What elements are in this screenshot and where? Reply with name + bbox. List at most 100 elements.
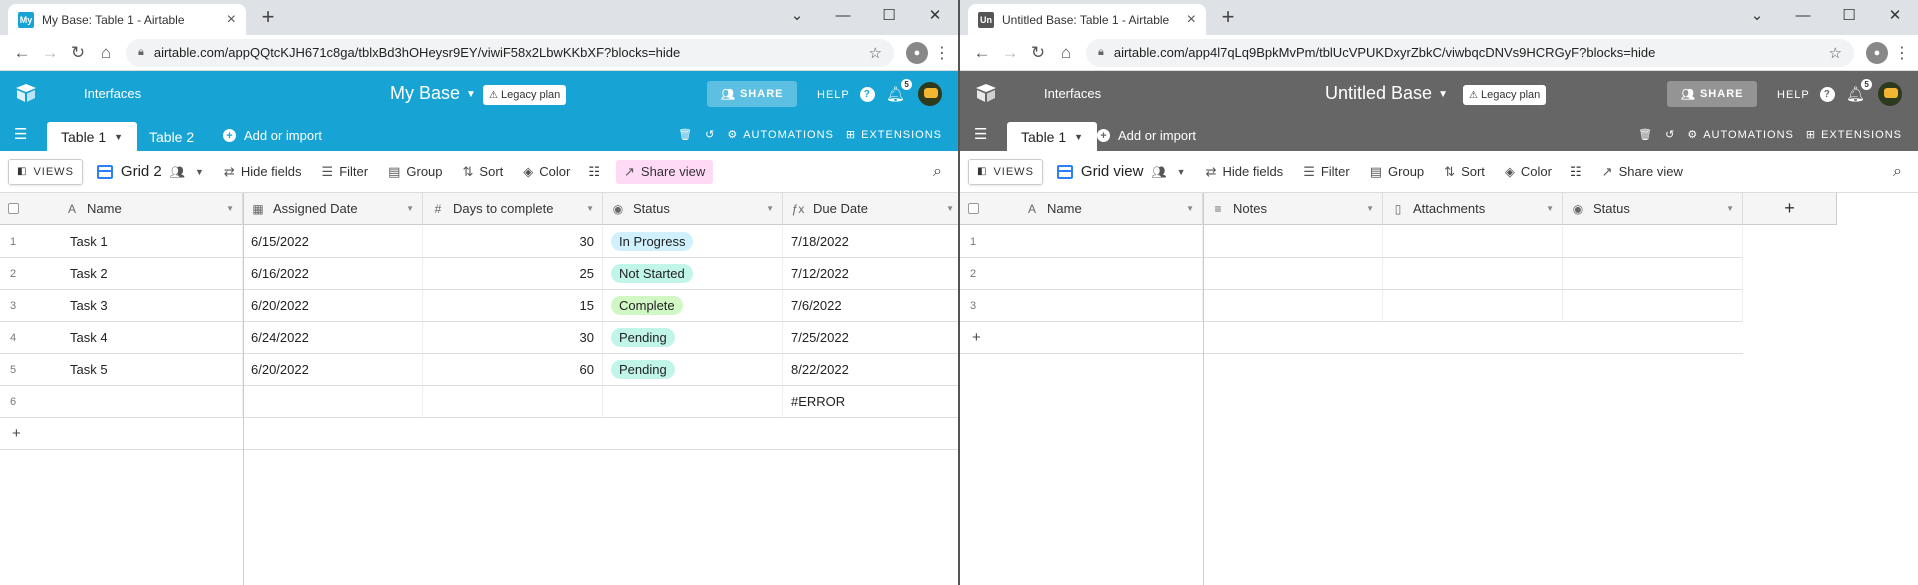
view-switcher[interactable]: Grid view 👥︎ ▼: [1056, 163, 1186, 180]
base-name[interactable]: My Base ▼: [390, 83, 476, 104]
table-row[interactable]: 2: [960, 258, 1203, 290]
caret-down-icon[interactable]: ▼: [766, 204, 774, 213]
days-cell[interactable]: 25: [423, 258, 603, 290]
name-cell[interactable]: Task 4: [70, 330, 108, 345]
assigned-cell[interactable]: 6/20/2022: [243, 354, 423, 386]
bookmark-star-icon[interactable]: ☆: [1829, 44, 1842, 62]
due-cell[interactable]: 7/18/2022: [783, 226, 958, 258]
browser-menu-icon[interactable]: ⋮: [934, 43, 950, 63]
profile-icon[interactable]: ●: [1866, 41, 1888, 64]
column-header-name[interactable]: A Name ▼: [0, 193, 243, 225]
table-tab[interactable]: Table 1 ▼: [47, 122, 138, 151]
url-field[interactable]: 🔒︎ airtable.com/appQQtcKJH671c8ga/tblxBd3…: [126, 38, 894, 67]
views-button[interactable]: ◧ VIEWS: [968, 158, 1043, 185]
new-tab-icon[interactable]: +: [1216, 6, 1240, 28]
chevron-down-icon[interactable]: ⌄: [774, 0, 820, 30]
share-view-button[interactable]: ↗ Share view: [1602, 164, 1683, 180]
minimize-icon[interactable]: —: [1780, 0, 1826, 30]
assigned-cell[interactable]: 6/24/2022: [243, 322, 423, 354]
reload-icon[interactable]: ↻: [1024, 39, 1052, 67]
minimize-icon[interactable]: —: [820, 0, 866, 30]
user-avatar[interactable]: [1878, 82, 1902, 106]
group-button[interactable]: ▤ Group: [1370, 164, 1424, 180]
airtable-logo-icon[interactable]: [14, 83, 38, 103]
notifications-bell-icon[interactable]: 🔔︎ 5: [1846, 79, 1873, 103]
caret-down-icon[interactable]: ▼: [226, 204, 234, 213]
table-row[interactable]: 1 Task 1: [0, 226, 243, 258]
search-icon[interactable]: ⌕: [933, 163, 942, 181]
sort-button[interactable]: ⇅ Sort: [463, 164, 504, 180]
hide-fields-button[interactable]: ⇄ Hide fields: [224, 164, 302, 180]
select-all-checkbox[interactable]: [8, 203, 19, 214]
caret-down-icon[interactable]: ▼: [1186, 204, 1194, 213]
table-row[interactable]: 2 Task 2: [0, 258, 243, 290]
caret-down-icon[interactable]: ▼: [406, 204, 414, 213]
assigned-cell[interactable]: 6/15/2022: [243, 226, 423, 258]
hamburger-menu-icon[interactable]: ☰: [974, 125, 987, 143]
add-row-button[interactable]: +: [960, 322, 1743, 354]
share-base-button[interactable]: 👥︎ SHARE: [707, 81, 798, 107]
browser-tab[interactable]: Un Untitled Base: Table 1 - Airtable ×: [968, 4, 1206, 35]
caret-down-icon[interactable]: ▼: [946, 204, 954, 213]
row-height-icon[interactable]: ☷: [588, 164, 600, 180]
browser-menu-icon[interactable]: ⋮: [1894, 43, 1910, 63]
row-height-icon[interactable]: ☷: [1570, 164, 1582, 180]
history-icon[interactable]: ↺: [705, 128, 715, 141]
column-header[interactable]: # Days to complete ▼: [423, 193, 603, 225]
table-tab[interactable]: Table 2: [135, 122, 208, 151]
add-column-button[interactable]: +: [1743, 193, 1837, 225]
status-cell[interactable]: Pending: [603, 354, 783, 386]
back-icon[interactable]: ←: [8, 39, 36, 67]
due-cell[interactable]: 7/6/2022: [783, 290, 958, 322]
forward-icon[interactable]: →: [36, 39, 64, 67]
sort-button[interactable]: ⇅ Sort: [1444, 164, 1485, 180]
column-header[interactable]: ◉ Status ▼: [1563, 193, 1743, 225]
column-header[interactable]: ▯ Attachments ▼: [1383, 193, 1563, 225]
empty-cell[interactable]: [1563, 258, 1743, 290]
help-button[interactable]: HELP?: [817, 87, 875, 102]
back-icon[interactable]: ←: [968, 39, 996, 67]
days-cell[interactable]: 60: [423, 354, 603, 386]
table-row[interactable]: 6: [0, 386, 243, 418]
group-button[interactable]: ▤ Group: [388, 164, 442, 180]
help-button[interactable]: HELP?: [1777, 87, 1835, 102]
status-cell[interactable]: [603, 386, 783, 418]
color-button[interactable]: ◈ Color: [1505, 164, 1552, 180]
share-view-button[interactable]: ↗ Share view: [616, 159, 714, 184]
maximize-icon[interactable]: ☐: [1826, 0, 1872, 30]
caret-down-icon[interactable]: ▼: [1546, 204, 1554, 213]
name-cell[interactable]: Task 2: [70, 266, 108, 281]
table-row[interactable]: 5 Task 5: [0, 354, 243, 386]
maximize-icon[interactable]: ☐: [866, 0, 912, 30]
home-icon[interactable]: ⌂: [92, 39, 120, 67]
table-row[interactable]: 1: [960, 226, 1203, 258]
due-cell[interactable]: #ERROR: [783, 386, 958, 418]
browser-tab[interactable]: My My Base: Table 1 - Airtable ×: [8, 4, 246, 35]
caret-down-icon[interactable]: ▼: [586, 204, 594, 213]
empty-cell[interactable]: [1203, 226, 1383, 258]
forward-icon[interactable]: →: [996, 39, 1024, 67]
new-tab-icon[interactable]: +: [256, 6, 280, 28]
hide-fields-button[interactable]: ⇄ Hide fields: [1206, 164, 1284, 180]
interfaces-link[interactable]: Interfaces: [84, 86, 141, 101]
trash-icon[interactable]: 🗑︎: [1638, 128, 1653, 141]
status-cell[interactable]: Not Started: [603, 258, 783, 290]
name-cell[interactable]: Task 5: [70, 362, 108, 377]
close-tab-icon[interactable]: ×: [1187, 11, 1196, 29]
filter-button[interactable]: ☰ Filter: [322, 164, 369, 180]
legacy-plan-badge[interactable]: ⚠ Legacy plan: [483, 85, 567, 105]
table-row[interactable]: 3: [960, 290, 1203, 322]
days-cell[interactable]: 30: [423, 226, 603, 258]
assigned-cell[interactable]: 6/20/2022: [243, 290, 423, 322]
chevron-down-icon[interactable]: ⌄: [1734, 0, 1780, 30]
bookmark-star-icon[interactable]: ☆: [869, 44, 882, 62]
base-name[interactable]: Untitled Base ▼: [1325, 83, 1448, 104]
status-cell[interactable]: Complete: [603, 290, 783, 322]
extensions-button[interactable]: ⊞ EXTENSIONS: [846, 128, 942, 141]
caret-down-icon[interactable]: ▼: [1366, 204, 1374, 213]
search-icon[interactable]: ⌕: [1893, 163, 1902, 181]
empty-cell[interactable]: [1203, 258, 1383, 290]
empty-cell[interactable]: [1383, 258, 1563, 290]
add-row-button[interactable]: +: [0, 418, 958, 450]
interfaces-link[interactable]: Interfaces: [1044, 86, 1101, 101]
